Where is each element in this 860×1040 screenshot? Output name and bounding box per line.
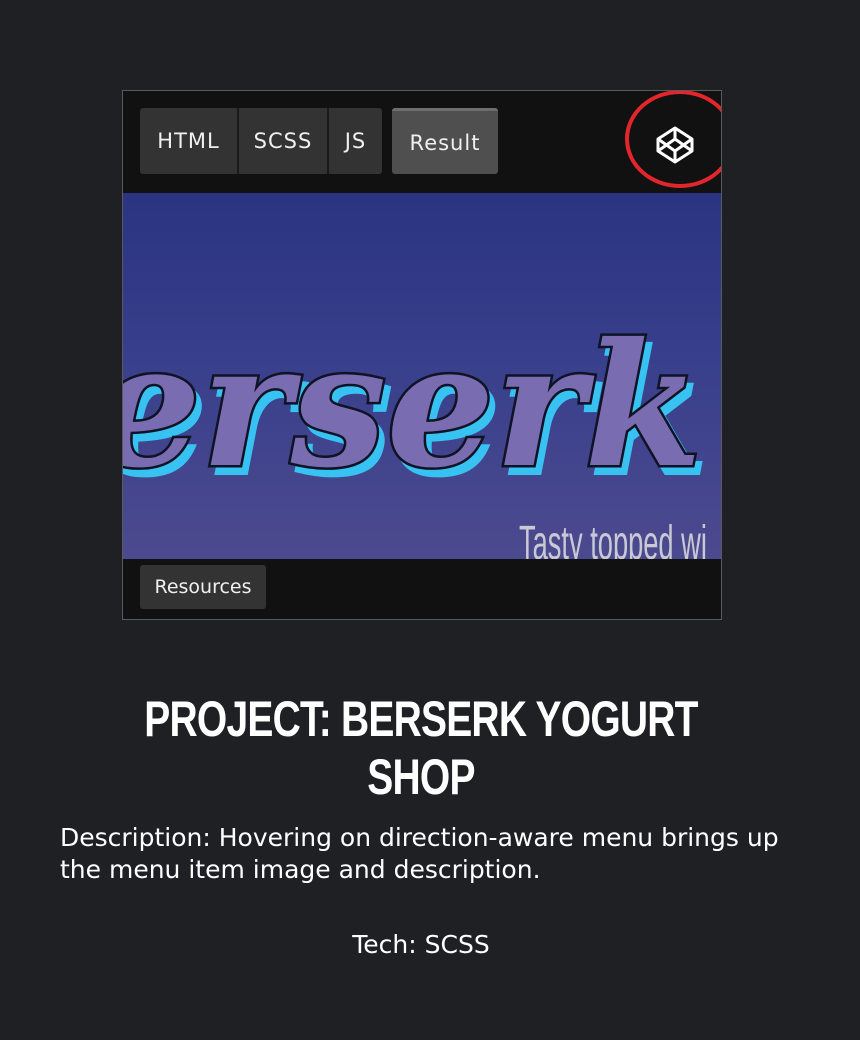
embed-footer: Resources xyxy=(123,559,721,619)
code-tab-group: HTML SCSS JS xyxy=(140,108,382,174)
tab-js[interactable]: JS xyxy=(329,108,382,174)
project-description: Description: Hovering on direction-aware… xyxy=(60,823,779,884)
logo-text: erserk xyxy=(123,306,702,506)
result-preview: erserk erserk Tasty topped wi xyxy=(123,193,721,559)
highlight-circle xyxy=(625,91,721,188)
tab-scss[interactable]: SCSS xyxy=(239,108,329,174)
codepen-embed: HTML SCSS JS Result erserk erserk Tasty … xyxy=(122,90,722,620)
tab-result[interactable]: Result xyxy=(392,108,498,174)
logo-tagline: Tasty topped wi xyxy=(519,516,707,559)
tab-html[interactable]: HTML xyxy=(140,108,239,174)
page: HTML SCSS JS Result erserk erserk Tasty … xyxy=(0,0,860,1040)
embed-toolbar: HTML SCSS JS Result xyxy=(123,91,721,193)
resources-button[interactable]: Resources xyxy=(140,565,266,609)
project-tech: Tech: SCSS xyxy=(352,930,490,959)
project-title: PROJECT: BERSERK YOGURT SHOP xyxy=(144,691,698,805)
